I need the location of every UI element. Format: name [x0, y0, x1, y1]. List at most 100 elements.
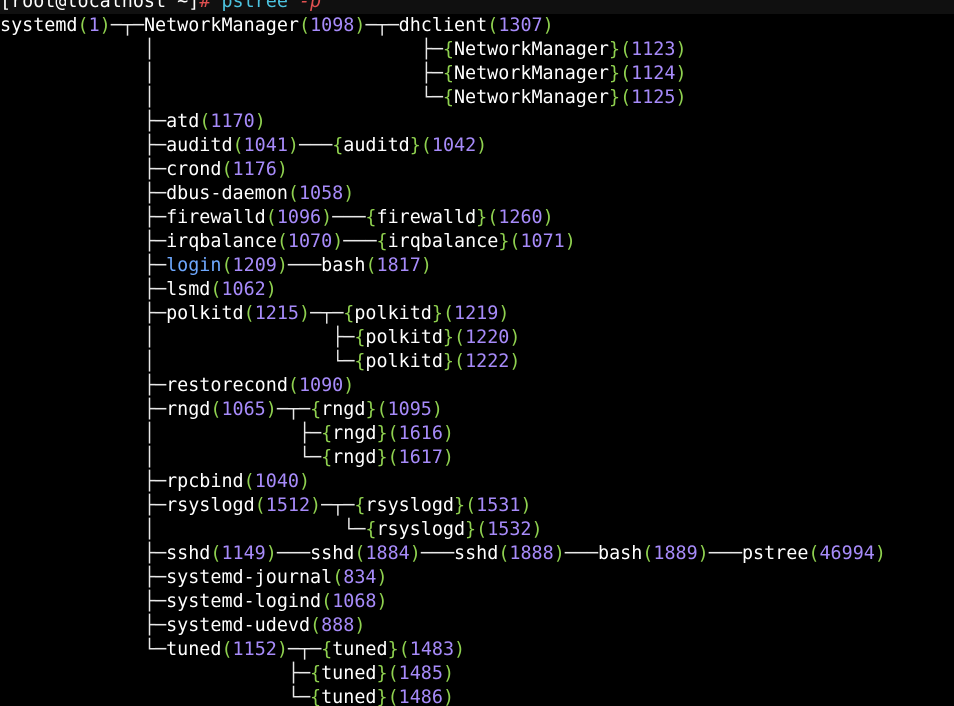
thread-brace: { — [321, 447, 333, 468]
process-name: systemd-udevd — [166, 615, 311, 636]
process-pid: 1512 — [265, 495, 311, 516]
process-pid: 1058 — [298, 183, 344, 204]
thread-brace: } — [442, 327, 454, 348]
paren: ( — [221, 159, 233, 180]
process-name: auditd — [166, 135, 233, 156]
thread-brace: } — [498, 231, 510, 252]
paren: ( — [77, 15, 89, 36]
tree-line: ├─restorecond(1090) — [0, 374, 354, 398]
process-name: systemd-journal — [166, 567, 333, 588]
process-name: polkitd — [365, 327, 443, 348]
tree-branch: └─ — [0, 639, 167, 660]
process-name: tuned — [332, 639, 388, 660]
command-prompt-line: [root@localhost ~]# pstree -p — [0, 0, 954, 14]
process-name: polkitd — [166, 303, 244, 324]
thread-brace: } — [454, 495, 466, 516]
paren: ) — [376, 567, 388, 588]
process-pid: 46994 — [819, 543, 875, 564]
thread-brace: { — [321, 423, 333, 444]
process-pid: 1090 — [298, 375, 344, 396]
paren: ( — [298, 15, 311, 36]
paren: ( — [620, 87, 632, 108]
tree-branch: ─┬─ — [365, 15, 399, 36]
paren: ( — [487, 207, 499, 228]
thread-brace: } — [376, 687, 388, 706]
process-name-login: login — [166, 255, 222, 276]
paren: ) — [276, 159, 288, 180]
tree-line: │ └─{NetworkManager}(1125) — [0, 86, 687, 110]
tree-branch: ├─ — [0, 591, 167, 612]
process-pid: 1149 — [221, 543, 266, 564]
tree-line: └─{tuned}(1486) — [0, 686, 454, 706]
thread-brace: } — [365, 399, 377, 420]
tree-branch: ├─ — [0, 567, 167, 588]
process-pid: 1068 — [332, 591, 377, 612]
paren: ) — [675, 87, 687, 108]
process-name: firewalld — [376, 207, 477, 228]
process-pid: 1215 — [254, 303, 299, 324]
tree-line: ├─crond(1176) — [0, 158, 288, 182]
paren: ( — [210, 543, 222, 564]
paren: ( — [509, 231, 521, 252]
paren: ) — [354, 615, 366, 636]
thread-brace: } — [608, 63, 621, 84]
process-name: crond — [166, 159, 222, 180]
paren: ( — [620, 63, 632, 84]
paren: ) — [310, 495, 322, 516]
tree-branch: ├─ — [0, 615, 167, 636]
tree-branch: ├─ — [0, 543, 167, 564]
paren: ( — [287, 375, 299, 396]
thread-brace: { — [442, 63, 454, 84]
terminal-window[interactable]: [root@localhost ~]# pstree -p systemd(1)… — [0, 0, 954, 706]
process-name: rsyslogd — [365, 495, 454, 516]
paren: ( — [642, 543, 654, 564]
paren: ( — [210, 279, 222, 300]
tree-line: ├─irqbalance(1070)───{irqbalance}(1071) — [0, 230, 576, 254]
process-pid: 1307 — [498, 15, 543, 36]
process-name: bash — [598, 543, 643, 564]
process-name: lsmd — [166, 279, 211, 300]
process-name: rngd — [321, 399, 366, 420]
paren: ( — [620, 39, 632, 60]
thread-brace: { — [310, 687, 322, 706]
thread-brace: { — [442, 39, 454, 60]
tree-branch: ├─ — [0, 111, 167, 132]
paren: ( — [276, 231, 288, 252]
paren: ) — [520, 495, 532, 516]
tree-line: │ ├─{NetworkManager}(1123) — [0, 38, 687, 62]
paren: ) — [454, 639, 466, 660]
tree-line: ├─rngd(1065)─┬─{rngd}(1095) — [0, 398, 443, 422]
prompt: [root@localhost ~]# pstree -p — [0, 0, 321, 14]
tree-branch: ├─ — [0, 231, 167, 252]
tree-line: │ └─{rngd}(1617) — [0, 446, 454, 470]
process-pid: 1222 — [465, 351, 510, 372]
paren: ( — [387, 447, 399, 468]
tree-line: ├─{tuned}(1485) — [0, 662, 454, 686]
process-pid: 834 — [343, 567, 377, 588]
tree-branch: ├─ — [0, 303, 167, 324]
process-pid: 888 — [321, 615, 355, 636]
process-name: pstree — [741, 543, 809, 564]
tree-branch: │ └─ — [0, 447, 322, 468]
process-pid: 1095 — [387, 399, 432, 420]
command-text: pstree — [221, 0, 288, 12]
tree-branch: ─── — [343, 231, 377, 252]
paren: ( — [465, 495, 477, 516]
process-pid: 1152 — [232, 639, 277, 660]
thread-brace: } — [442, 351, 454, 372]
paren: ( — [243, 471, 255, 492]
tree-branch: │ └─ — [0, 87, 443, 108]
process-name: dhclient — [398, 15, 488, 36]
thread-brace: } — [376, 447, 388, 468]
paren: ) — [431, 399, 443, 420]
tree-line: └─tuned(1152)─┬─{tuned}(1483) — [0, 638, 465, 662]
paren: ( — [287, 183, 299, 204]
tree-branch: ─── — [276, 543, 311, 564]
tree-branch: ─┬─ — [321, 495, 355, 516]
tree-line: ├─sshd(1149)───sshd(1884)───sshd(1888)──… — [0, 542, 886, 566]
paren: ) — [442, 663, 455, 684]
process-name: NetworkManager — [143, 15, 299, 36]
process-name: tuned — [321, 663, 377, 684]
paren: ( — [498, 543, 510, 564]
process-pid: 1124 — [631, 63, 676, 84]
